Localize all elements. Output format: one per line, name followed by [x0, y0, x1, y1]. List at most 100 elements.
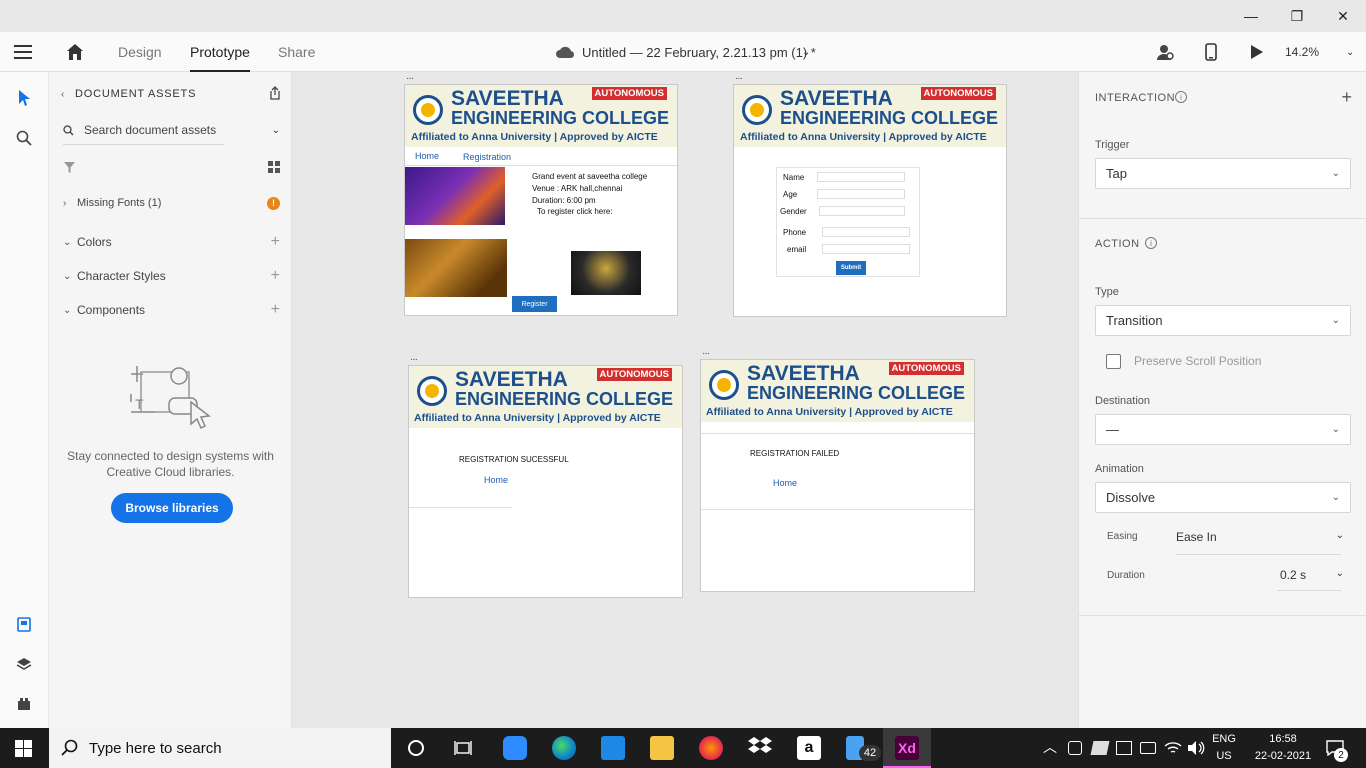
cortana-icon[interactable]	[408, 740, 424, 756]
grid-view-icon[interactable]	[268, 161, 280, 173]
filter-icon[interactable]	[63, 161, 76, 174]
clock-time[interactable]: 16:58	[1248, 732, 1318, 747]
mail-icon[interactable]	[601, 736, 625, 760]
artboard-home[interactable]: SAVEETHA ENGINEERING COLLEGE Affiliated …	[404, 84, 678, 316]
colors-section[interactable]: ⌄ Colors +	[49, 230, 292, 254]
destination-dropdown[interactable]: — ⌄	[1095, 414, 1351, 445]
volume-icon[interactable]	[1187, 740, 1205, 759]
battery-icon[interactable]	[1140, 742, 1156, 754]
preserve-scroll-checkbox[interactable]	[1106, 354, 1121, 369]
minimize-button[interactable]: —	[1228, 0, 1274, 32]
info-icon[interactable]: i	[1175, 91, 1187, 103]
home-link[interactable]: Home	[773, 478, 797, 488]
clock-date[interactable]: 22-02-2021	[1248, 749, 1318, 764]
chevron-down-icon[interactable]: ⌄	[802, 32, 810, 72]
chevron-down-icon: ⌄	[1331, 315, 1340, 326]
email-field[interactable]	[822, 244, 910, 254]
display-tray-icon[interactable]	[1116, 741, 1132, 755]
nav-home-link[interactable]: Home	[415, 151, 439, 161]
chevron-down-icon[interactable]: ⌄	[1336, 568, 1344, 579]
artboard-registration-failed[interactable]: SAVEETHA ENGINEERING COLLEGE Affiliated …	[700, 359, 975, 592]
mobile-preview-icon[interactable]	[1205, 32, 1217, 72]
select-tool-icon[interactable]	[12, 86, 36, 110]
animation-dropdown[interactable]: Dissolve ⌄	[1095, 482, 1351, 513]
close-button[interactable]: ✕	[1320, 0, 1366, 32]
artboard-menu-icon[interactable]: ···	[406, 74, 414, 84]
college-name-line1: SAVEETHA	[455, 368, 568, 391]
email-label: email	[787, 245, 807, 254]
hamburger-menu-icon[interactable]	[14, 32, 34, 72]
user-preview-icon[interactable]	[1156, 32, 1174, 72]
taskbar-search-input[interactable]: Type here to search	[49, 728, 391, 768]
home-link[interactable]: Home	[484, 475, 508, 485]
character-styles-section[interactable]: ⌄ Character Styles +	[49, 264, 292, 288]
maximize-button[interactable]: ❐	[1274, 0, 1320, 32]
browse-libraries-button[interactable]: Browse libraries	[111, 493, 233, 523]
back-chevron-icon[interactable]: ‹	[61, 89, 75, 100]
artboard-menu-icon[interactable]: ···	[410, 355, 418, 365]
network-disabled-icon[interactable]	[1090, 741, 1110, 755]
college-name-line2: ENGINEERING COLLEGE	[455, 389, 674, 409]
add-component-icon[interactable]: +	[271, 301, 280, 319]
dropbox-icon[interactable]	[748, 736, 772, 761]
tab-prototype[interactable]: Prototype	[190, 32, 250, 72]
add-character-style-icon[interactable]: +	[271, 267, 280, 285]
destination-value: —	[1106, 422, 1119, 437]
chevron-down-icon[interactable]: ⌄	[1336, 530, 1344, 541]
age-field[interactable]	[817, 189, 905, 199]
college-name-line2: ENGINEERING COLLEGE	[747, 383, 966, 403]
artboard-registration-form[interactable]: SAVEETHA ENGINEERING COLLEGE Affiliated …	[733, 84, 1007, 317]
tab-share[interactable]: Share	[278, 32, 315, 72]
wifi-icon[interactable]	[1164, 740, 1182, 759]
trigger-dropdown[interactable]: Tap ⌄	[1095, 158, 1351, 189]
tab-design[interactable]: Design	[118, 32, 162, 72]
artboard-menu-icon[interactable]: ···	[735, 74, 743, 84]
music-event-image	[405, 239, 507, 297]
easing-value[interactable]: Ease In	[1176, 530, 1217, 544]
adobe-xd-icon[interactable]: Xd	[895, 736, 919, 760]
home-icon[interactable]	[66, 32, 84, 72]
info-icon[interactable]: i	[1145, 237, 1157, 249]
amazon-icon[interactable]: a	[797, 736, 821, 760]
college-logo-icon	[742, 95, 772, 125]
firefox-icon[interactable]	[699, 736, 723, 760]
missing-fonts-row[interactable]: › Missing Fonts (1) !	[49, 191, 292, 215]
play-preview-icon[interactable]	[1250, 32, 1264, 72]
assets-panel-icon[interactable]	[12, 612, 36, 636]
type-dropdown[interactable]: Transition ⌄	[1095, 305, 1351, 336]
camera-tray-icon[interactable]	[1068, 741, 1082, 755]
plugins-icon[interactable]	[12, 692, 36, 716]
submit-button[interactable]: Submit	[836, 261, 866, 275]
windows-start-icon[interactable]	[15, 740, 32, 760]
add-interaction-icon[interactable]: +	[1341, 87, 1352, 108]
register-button[interactable]: Register	[512, 296, 557, 312]
components-section[interactable]: ⌄ Components +	[49, 298, 292, 322]
chevron-up-icon[interactable]: ︿	[1043, 740, 1057, 755]
zoom-level[interactable]: 14.2%	[1285, 32, 1319, 72]
search-input[interactable]: Search document assets	[84, 123, 216, 137]
artboard-registration-success[interactable]: SAVEETHA ENGINEERING COLLEGE Affiliated …	[408, 365, 683, 598]
duration-value[interactable]: 0.2 s	[1280, 568, 1306, 582]
document-title[interactable]: Untitled — 22 February, 2.21.13 pm (1) *	[582, 32, 816, 72]
artboard-menu-icon[interactable]: ···	[702, 349, 710, 359]
language-code[interactable]: ENG	[1210, 732, 1238, 747]
share-export-icon[interactable]	[268, 86, 282, 103]
zoom-app-icon[interactable]	[503, 736, 527, 760]
gender-field[interactable]	[819, 206, 905, 216]
layers-icon[interactable]	[12, 652, 36, 676]
search-icon[interactable]	[12, 126, 36, 150]
college-affiliation: Affiliated to Anna University | Approved…	[706, 406, 953, 418]
filter-dropdown-icon[interactable]: ⌄	[272, 125, 280, 136]
file-explorer-icon[interactable]	[650, 736, 674, 760]
design-canvas[interactable]: ··· SAVEETHA ENGINEERING COLLEGE Affilia…	[292, 72, 1078, 728]
keyboard-layout[interactable]: US	[1210, 749, 1238, 764]
task-view-icon[interactable]	[454, 740, 472, 759]
edge-browser-icon[interactable]	[552, 736, 576, 760]
zoom-chevron-icon[interactable]: ⌄	[1346, 32, 1354, 72]
phone-field[interactable]	[822, 227, 910, 237]
nav-registration-link[interactable]: Registration	[463, 152, 511, 162]
name-field[interactable]	[817, 172, 905, 182]
add-color-icon[interactable]: +	[271, 233, 280, 251]
college-name-line2: ENGINEERING COLLEGE	[451, 108, 670, 128]
assets-search[interactable]: Search document assets ⌄	[49, 118, 292, 142]
